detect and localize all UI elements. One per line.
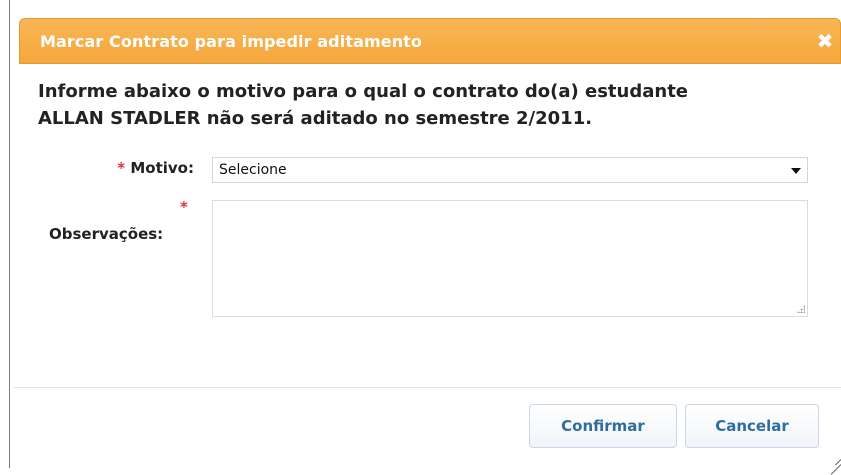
motivo-required-marker: * bbox=[117, 159, 126, 177]
motivo-select[interactable]: Selecione bbox=[212, 157, 808, 183]
dialog-titlebar[interactable]: Marcar Contrato para impedir aditamento … bbox=[19, 18, 841, 64]
confirm-button[interactable]: Confirmar bbox=[529, 404, 677, 448]
dialog-message: Informe abaixo o motivo para o qual o co… bbox=[38, 78, 828, 132]
background-page-edge bbox=[0, 0, 12, 468]
dialog-resize-grip-icon[interactable] bbox=[827, 454, 841, 468]
dialog-title: Marcar Contrato para impedir aditamento bbox=[40, 32, 423, 51]
motivo-label-group: * Motivo: bbox=[117, 159, 194, 177]
observacoes-textarea[interactable] bbox=[212, 200, 808, 317]
dialog-divider bbox=[14, 387, 841, 388]
cancel-button[interactable]: Cancelar bbox=[685, 404, 819, 448]
chevron-down-icon bbox=[791, 168, 801, 174]
message-line-1: Informe abaixo o motivo para o qual o co… bbox=[38, 81, 689, 102]
modal-dialog: Marcar Contrato para impedir aditamento … bbox=[14, 14, 841, 468]
motivo-selected-value: Selecione bbox=[219, 162, 287, 178]
close-icon[interactable]: ✖ bbox=[814, 30, 836, 52]
observacoes-label: Observações: bbox=[49, 225, 164, 243]
observacoes-required-marker: * bbox=[180, 198, 188, 216]
motivo-label: Motivo: bbox=[130, 159, 194, 177]
message-line-2: ALLAN STADLER não será aditado no semest… bbox=[38, 108, 593, 129]
